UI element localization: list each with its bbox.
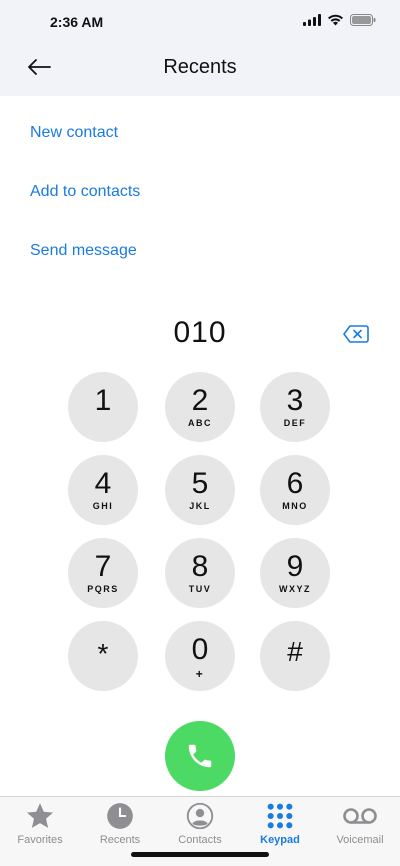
voicemail-icon — [342, 801, 378, 831]
entered-number: 010 — [173, 316, 227, 349]
key-5[interactable]: 5 JKL — [165, 455, 235, 525]
key-9[interactable]: 9 WXYZ — [260, 538, 330, 608]
key-2[interactable]: 2 ABC — [165, 372, 235, 442]
star-icon — [25, 801, 55, 831]
tab-keypad[interactable]: Keypad — [240, 801, 320, 851]
cellular-signal-icon — [303, 14, 321, 26]
tab-recents[interactable]: Recents — [80, 801, 160, 851]
battery-icon — [350, 14, 376, 26]
key-3[interactable]: 3 DEF — [260, 372, 330, 442]
key-7[interactable]: 7 PQRS — [68, 538, 138, 608]
keypad-grid-icon — [266, 801, 294, 831]
key-8[interactable]: 8 TUV — [165, 538, 235, 608]
key-0[interactable]: 0 + — [165, 621, 235, 691]
key-4[interactable]: 4 GHI — [68, 455, 138, 525]
key-star[interactable]: * — [68, 621, 138, 691]
clock-icon — [106, 801, 134, 831]
status-icons — [303, 14, 376, 26]
backspace-icon — [343, 325, 369, 343]
key-1[interactable]: 1 — [68, 372, 138, 442]
tab-contacts[interactable]: Contacts — [160, 801, 240, 851]
person-circle-icon — [186, 801, 214, 831]
phone-icon — [188, 744, 212, 768]
phone-screen: 2:36 AM Recents New contact Add to conta… — [0, 0, 400, 866]
tab-voicemail[interactable]: Voicemail — [320, 801, 400, 851]
new-contact-link[interactable]: New contact — [30, 122, 140, 181]
status-time: 2:36 AM — [50, 14, 104, 30]
page-title: Recents — [163, 56, 237, 78]
home-indicator — [131, 852, 269, 857]
call-button[interactable] — [165, 721, 235, 791]
header: 2:36 AM Recents — [0, 0, 400, 96]
key-6[interactable]: 6 MNO — [260, 455, 330, 525]
action-list: New contact Add to contacts Send message — [30, 122, 140, 299]
delete-button[interactable] — [342, 323, 370, 345]
key-hash[interactable]: # — [260, 621, 330, 691]
wifi-icon — [327, 14, 344, 26]
tab-favorites[interactable]: Favorites — [0, 801, 80, 851]
add-to-contacts-link[interactable]: Add to contacts — [30, 181, 140, 240]
send-message-link[interactable]: Send message — [30, 240, 140, 299]
